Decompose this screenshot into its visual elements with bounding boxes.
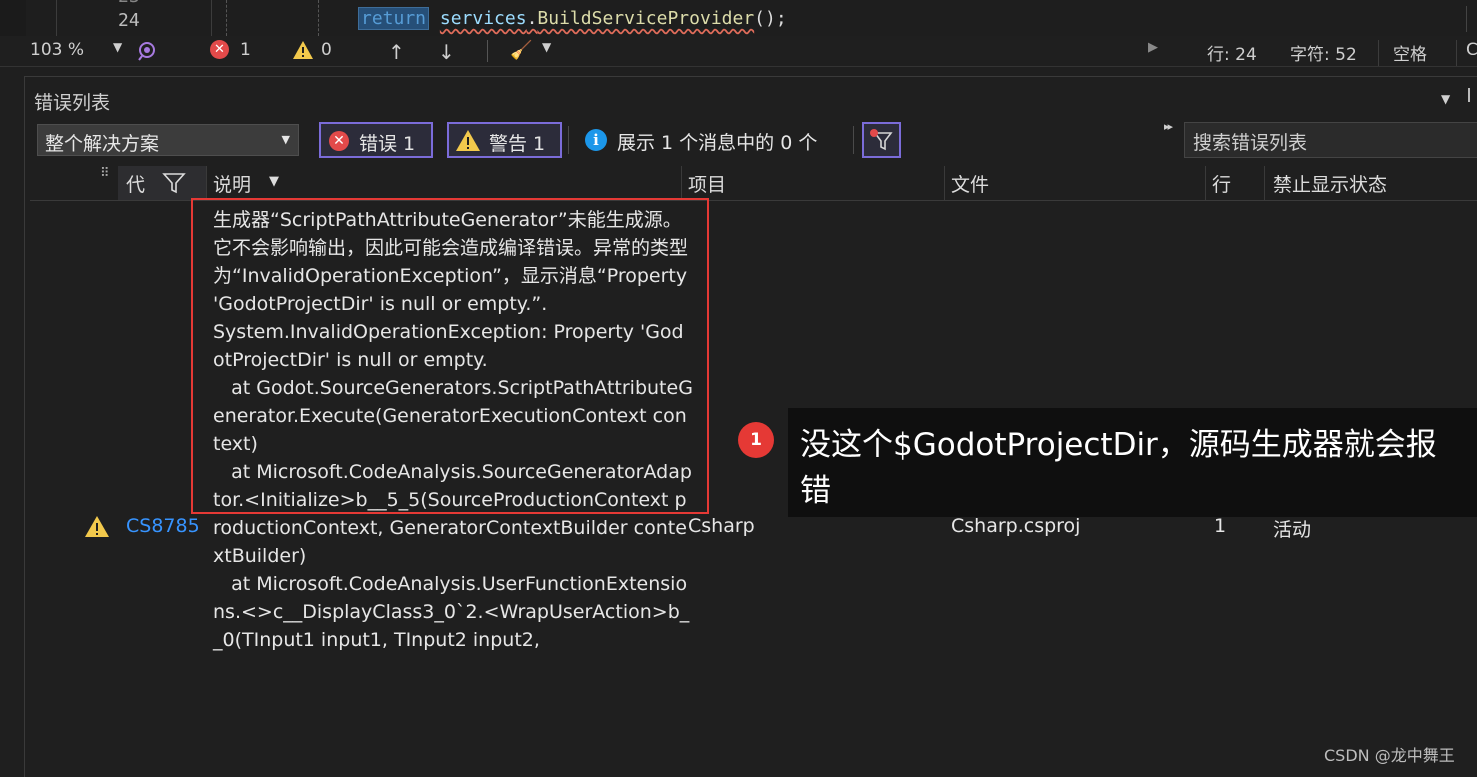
toolbar-separator <box>853 126 854 154</box>
sort-descending-icon[interactable]: ▼ <box>269 174 279 189</box>
scroll-right-arrow-icon[interactable]: ▶ <box>1148 40 1158 55</box>
zoom-select[interactable]: 103 % <box>30 40 84 60</box>
scope-label: 整个解决方案 <box>45 133 160 155</box>
indent-guide <box>226 0 227 36</box>
chevron-down-icon: ▼ <box>281 133 290 146</box>
suppression-column-header[interactable]: 禁止显示状态 <box>1273 170 1387 197</box>
annotation-text: 没这个$GodotProjectDir，源码生成器就会报错 <box>800 427 1437 509</box>
column-divider[interactable] <box>206 166 207 200</box>
line-number-prev: 23 <box>118 0 140 7</box>
status-separator <box>1456 40 1457 66</box>
panel-title: 错误列表 <box>34 92 111 114</box>
margin-divider <box>56 0 57 36</box>
code-cleanup-broom-icon[interactable]: 🧹 <box>510 40 532 61</box>
line-ending-mode[interactable]: C <box>1466 40 1477 60</box>
build-intellisense-filter-button[interactable] <box>862 122 901 158</box>
error-icon[interactable]: ✕ <box>210 40 229 59</box>
status-separator <box>487 40 488 62</box>
scope-select[interactable]: 整个解决方案 ▼ <box>37 124 299 156</box>
info-icon[interactable]: i <box>585 129 607 151</box>
column-divider[interactable] <box>1264 166 1265 200</box>
errors-filter-button[interactable]: ✕ 错误 1 <box>319 122 433 158</box>
project-column-header[interactable]: 项目 <box>688 170 726 197</box>
indent-guide <box>318 0 319 36</box>
error-line: 1 <box>1214 515 1227 537</box>
column-divider[interactable] <box>1205 166 1206 200</box>
column-chooser-grip-icon[interactable]: ⠿ <box>100 166 109 181</box>
editor-scrollbar[interactable] <box>1466 6 1475 32</box>
error-project: Csharp <box>688 515 755 537</box>
line-column-header[interactable]: 行 <box>1212 170 1231 197</box>
error-count[interactable]: 1 <box>240 40 251 60</box>
code-suffix: (); <box>754 8 787 29</box>
errors-filter-label: 错误 1 <box>359 133 416 155</box>
error-icon: ✕ <box>329 131 349 151</box>
warning-icon <box>456 130 480 151</box>
status-separator <box>1378 40 1379 66</box>
next-issue-arrow-icon[interactable]: ↓ <box>438 40 455 64</box>
chevron-down-icon[interactable]: ▼ <box>113 40 122 54</box>
toolbar-overflow-icon[interactable]: ▸▸ <box>1164 120 1173 133</box>
description-column-header[interactable]: 说明 <box>213 170 251 197</box>
line-number: 24 <box>118 10 140 31</box>
error-grid-header: ⠿ 代 说明 ▼ 项目 文件 行 禁止显示状态 <box>30 166 1477 201</box>
previous-issue-arrow-icon[interactable]: ↑ <box>388 40 405 64</box>
char-indicator[interactable]: 字符: 52 <box>1290 40 1357 65</box>
code-column-label: 代 <box>126 174 146 196</box>
warnings-filter-label: 警告 1 <box>489 133 546 155</box>
messages-filter-button[interactable]: 展示 1 个消息中的 0 个 <box>617 128 817 155</box>
watermark: CSDN @龙中舞王 <box>1324 746 1455 765</box>
error-file[interactable]: Csharp.csproj <box>951 515 1080 537</box>
code-method-name: BuildServiceProvider <box>537 8 755 29</box>
chevron-down-icon[interactable]: ▼ <box>542 40 551 54</box>
intellicode-icon[interactable] <box>136 40 158 62</box>
warning-icon <box>85 516 109 537</box>
warning-icon[interactable] <box>292 40 314 60</box>
code-line[interactable]: return services.BuildServiceProvider(); <box>358 7 787 32</box>
code-call-expression[interactable]: services.BuildServiceProvider <box>440 8 754 29</box>
code-dot: . <box>526 8 538 29</box>
annotation-callout: 没这个$GodotProjectDir，源码生成器就会报错 <box>788 408 1477 517</box>
editor-status-bar: 103 % ▼ ✕ 1 0 ↑ ↓ 🧹 ▼ ▶ 行: 24 字符: 52 空格 … <box>0 36 1477 67</box>
annotation-highlight-box <box>191 198 709 514</box>
column-filter-icon[interactable] <box>162 172 186 194</box>
whitespace-mode[interactable]: 空格 <box>1393 40 1427 65</box>
column-divider[interactable] <box>944 166 945 200</box>
column-divider[interactable] <box>681 166 682 200</box>
line-indicator[interactable]: 行: 24 <box>1207 40 1257 65</box>
warnings-filter-button[interactable]: 警告 1 <box>447 122 562 158</box>
code-identifier: services <box>439 8 527 29</box>
search-error-list-input[interactable] <box>1184 122 1477 158</box>
filter-funnel-icon <box>870 129 893 151</box>
toolbar-separator <box>568 126 569 154</box>
keyword-return[interactable]: return <box>358 7 430 30</box>
warning-count[interactable]: 0 <box>321 40 332 60</box>
file-column-header[interactable]: 文件 <box>951 170 989 197</box>
code-editor[interactable]: 23 24 return services.BuildServiceProvid… <box>0 0 1477 36</box>
panel-menu-chevron-icon[interactable]: ▼ <box>1441 92 1450 106</box>
editor-margin <box>0 0 26 36</box>
error-suppression-state: 活动 <box>1273 519 1312 541</box>
pin-icon[interactable] <box>1468 88 1477 102</box>
annotation-number-badge: 1 <box>738 422 774 458</box>
code-column-header[interactable]: 代 <box>118 166 206 200</box>
error-code-link[interactable]: CS8785 <box>126 515 200 537</box>
gutter-divider <box>211 0 212 36</box>
